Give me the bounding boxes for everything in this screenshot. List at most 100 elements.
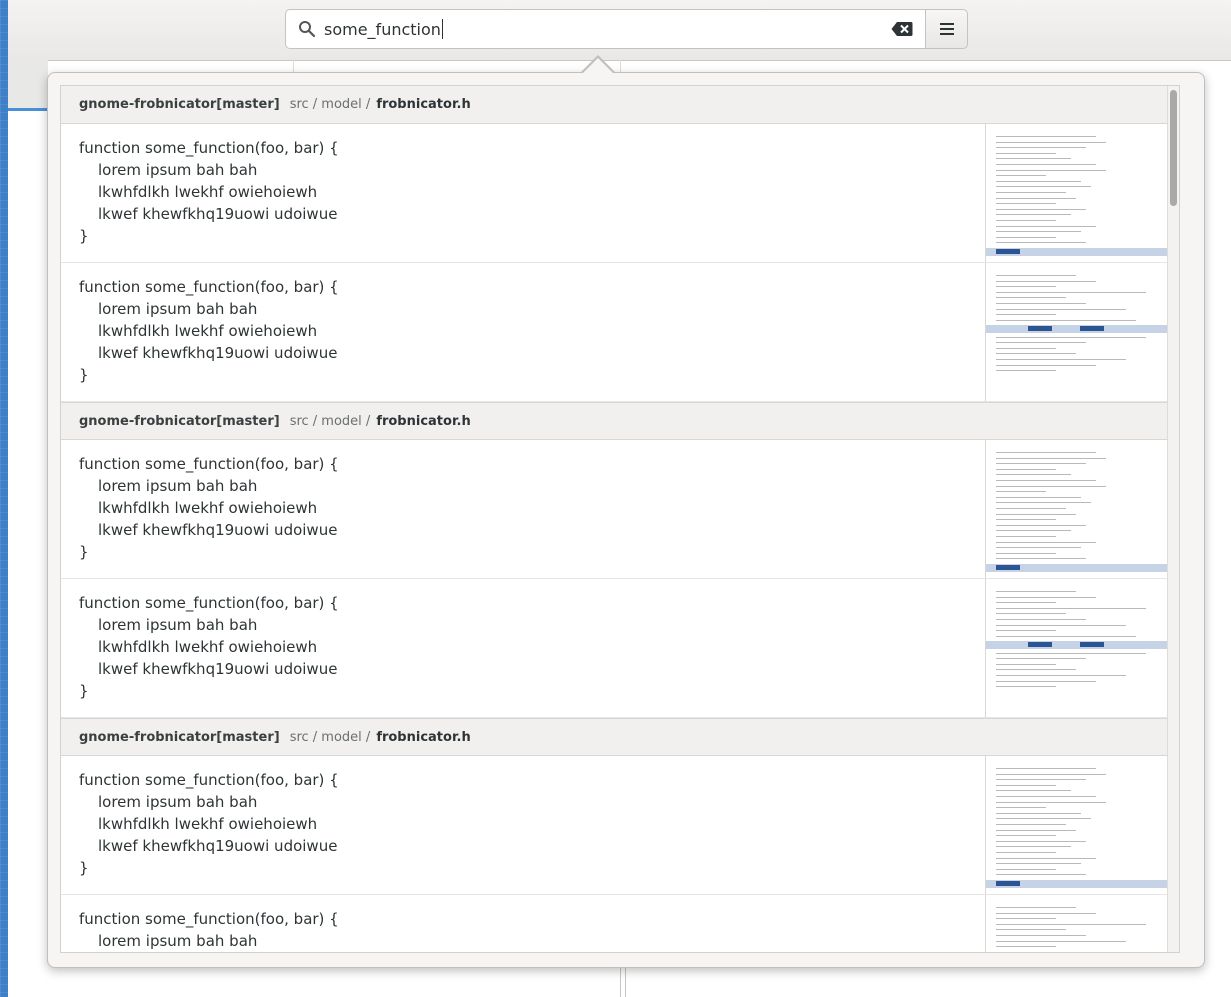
- minimap-line: [996, 208, 1086, 210]
- file-group-header[interactable]: gnome-frobnicator[master] src / model / …: [61, 718, 1179, 756]
- minimap-line: [996, 319, 1136, 321]
- minimap-line: [996, 370, 1056, 372]
- minimap-line: [996, 314, 1056, 316]
- results-scrollbar[interactable]: [1167, 86, 1179, 952]
- file-minimap[interactable]: [985, 440, 1179, 578]
- minimap-line: [996, 552, 1056, 554]
- minimap-line: [996, 536, 1056, 537]
- code-line: function some_function(foo, bar) {: [79, 139, 339, 157]
- minimap-line: [996, 236, 1056, 238]
- file-minimap[interactable]: [985, 579, 1179, 717]
- scrollbar-thumb[interactable]: [1170, 90, 1177, 206]
- code-line: lorem ipsum bah bah: [98, 932, 258, 950]
- minimap-line: [996, 513, 1076, 515]
- minimap-line: [996, 502, 1091, 504]
- minimap-line: [996, 169, 1106, 171]
- code-line: }: [79, 859, 89, 877]
- minimap-line: [996, 491, 1046, 493]
- minimap-line: [996, 275, 1076, 276]
- minimap-line: [996, 558, 1086, 560]
- code-line: lorem ipsum bah bah: [98, 616, 258, 634]
- file-minimap[interactable]: [985, 124, 1179, 262]
- code-line: lkwef khewfkhq19uowi udoiwue: [98, 660, 338, 678]
- minimap-line: [996, 874, 1086, 876]
- file-group-header[interactable]: gnome-frobnicator[master] src / model / …: [61, 86, 1179, 124]
- minimap-line: [996, 158, 1071, 160]
- code-line: lorem ipsum bah bah: [98, 300, 258, 318]
- minimap-line: [996, 784, 1056, 786]
- search-result-item[interactable]: function some_function(foo, bar) {lorem …: [61, 124, 1179, 263]
- minimap-match-marker: [1028, 642, 1052, 647]
- minimap-line: [996, 463, 1086, 465]
- search-results-popover: gnome-frobnicator[master] src / model / …: [47, 72, 1205, 968]
- minimap-line: [996, 863, 1081, 865]
- code-line: lkwef khewfkhq19uowi udoiwue: [98, 205, 338, 223]
- file-name-label: frobnicator.h: [376, 729, 471, 745]
- minimap-line: [996, 929, 1066, 931]
- code-line: function some_function(foo, bar) {: [79, 455, 339, 473]
- code-line: lorem ipsum bah bah: [98, 477, 258, 495]
- minimap-line: [996, 940, 1126, 942]
- minimap-line: [996, 197, 1076, 199]
- search-result-item[interactable]: function some_function(foo, bar) { lorem …: [61, 895, 1179, 952]
- search-input[interactable]: some_function: [285, 9, 926, 49]
- search-result-item[interactable]: function some_function(foo, bar) {lorem …: [61, 579, 1179, 718]
- minimap-line: [996, 686, 1056, 688]
- minimap-line: [996, 624, 1126, 626]
- code-line: function some_function(foo, bar) {: [79, 771, 339, 789]
- minimap-line: [996, 480, 1096, 481]
- minimap-line: [996, 812, 1081, 814]
- code-snippet: function some_function(foo, bar) {lorem …: [61, 756, 985, 894]
- minimap-line: [996, 935, 1086, 936]
- minimap-line: [996, 680, 1096, 682]
- minimap-line: [996, 658, 1086, 660]
- code-line: lkwhfdlkh lwekhf owiehoiewh: [98, 183, 318, 201]
- minimap-line: [996, 225, 1096, 227]
- minimap-line: [996, 602, 1056, 604]
- minimap-line: [996, 347, 1056, 349]
- code-line: }: [79, 366, 89, 384]
- minimap-line: [996, 923, 1146, 925]
- minimap-line: [996, 951, 1136, 952]
- popover-arrow-fill: [582, 58, 614, 74]
- file-minimap[interactable]: [985, 756, 1179, 894]
- minimap-line: [996, 336, 1146, 338]
- code-line: }: [79, 227, 89, 245]
- code-line: lkwhfdlkh lwekhf owiehoiewh: [98, 322, 318, 340]
- menu-button[interactable]: [926, 9, 968, 49]
- results-list: gnome-frobnicator[master] src / model / …: [60, 85, 1180, 953]
- search-result-item[interactable]: function some_function(foo, bar) {lorem …: [61, 263, 1179, 402]
- minimap-line: [996, 186, 1091, 188]
- code-line: lkwhfdlkh lwekhf owiehoiewh: [98, 815, 318, 833]
- minimap-match-marker: [1080, 642, 1104, 647]
- pane-separator: [620, 965, 626, 997]
- minimap-line: [996, 801, 1106, 803]
- minimap-line: [996, 607, 1146, 609]
- minimap-line: [996, 452, 1096, 453]
- minimap-line: [996, 669, 1076, 671]
- repo-branch-label: gnome-frobnicator[master]: [79, 97, 280, 112]
- search-icon: [299, 21, 316, 38]
- file-group-header[interactable]: gnome-frobnicator[master] src / model / …: [61, 402, 1179, 440]
- minimap-line: [996, 675, 1126, 676]
- header-bar: some_function: [8, 0, 1231, 61]
- code-snippet: function some_function(foo, bar) { lorem …: [61, 895, 985, 952]
- code-line: lkwef khewfkhq19uowi udoiwue: [98, 837, 338, 855]
- code-line: lkwef khewfkhq19uowi udoiwue: [98, 344, 338, 362]
- minimap-line: [996, 175, 1046, 177]
- minimap-line: [996, 220, 1056, 221]
- search-result-item[interactable]: function some_function(foo, bar) {lorem …: [61, 756, 1179, 895]
- search-query-text: some_function: [324, 19, 441, 39]
- clear-icon[interactable]: [891, 21, 913, 37]
- minimap-line: [996, 468, 1056, 470]
- minimap-line: [996, 630, 1056, 632]
- minimap-line: [996, 547, 1081, 549]
- code-line: function some_function(foo, bar) {: [79, 910, 339, 928]
- file-minimap[interactable]: [985, 263, 1179, 401]
- minimap-line: [996, 180, 1081, 182]
- search-result-item[interactable]: function some_function(foo, bar) { lorem …: [61, 440, 1179, 579]
- repo-branch-label: gnome-frobnicator[master]: [79, 413, 280, 429]
- file-minimap[interactable]: [985, 895, 1179, 952]
- minimap-line: [996, 164, 1096, 165]
- code-line: }: [79, 682, 89, 700]
